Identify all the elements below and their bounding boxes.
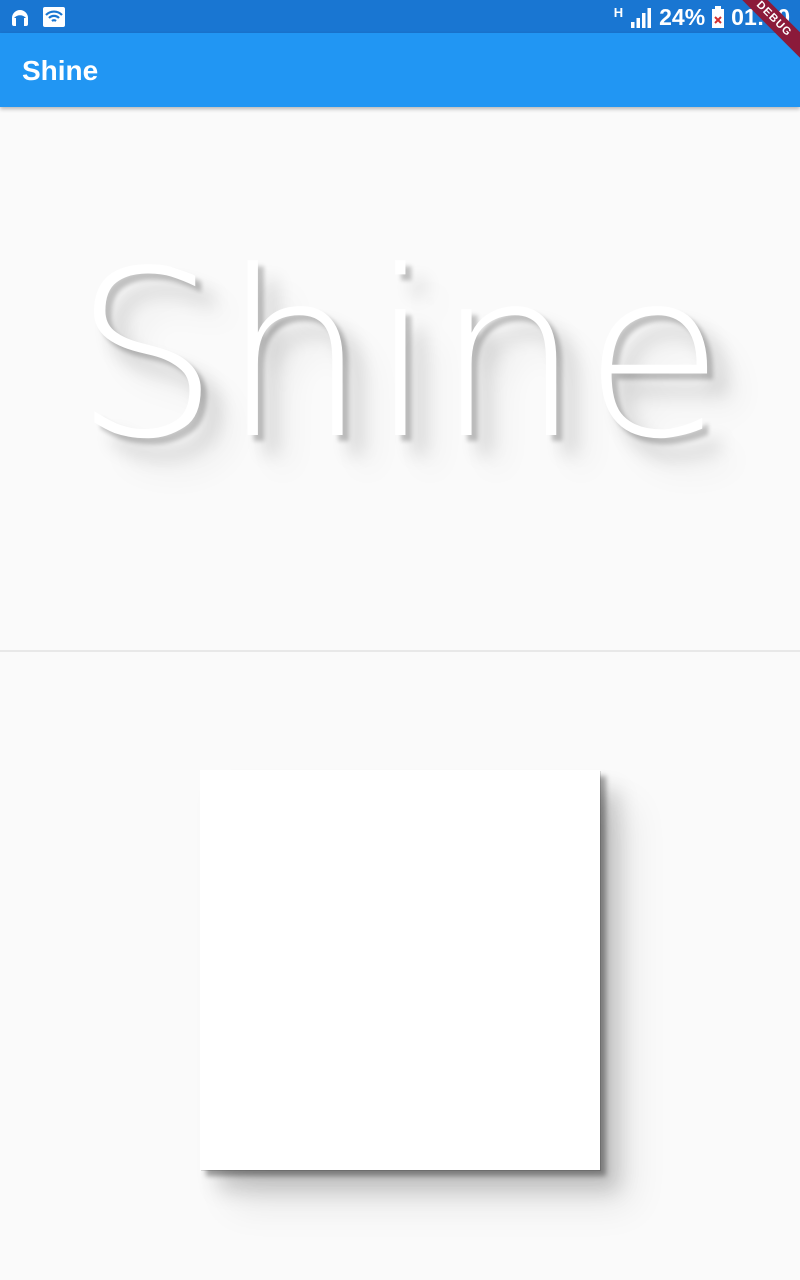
status-bar: H 24% 01:30 DEBUG xyxy=(0,0,800,68)
battery-percent: 24% xyxy=(659,4,706,30)
wifi-icon xyxy=(42,5,66,29)
shine-text: Shine xyxy=(73,223,727,490)
shine-box xyxy=(200,770,600,1170)
network-type-label: H xyxy=(613,5,624,20)
shine-box-section xyxy=(0,652,800,1280)
shine-text-section: Shine xyxy=(0,107,800,650)
status-bar-left xyxy=(8,5,66,29)
battery-icon xyxy=(711,6,725,28)
headphones-icon xyxy=(8,5,32,29)
signal-icon xyxy=(629,6,653,28)
app-bar: Shine xyxy=(0,33,800,107)
app-screen: H 24% 01:30 DEBUG Shine xyxy=(0,0,800,1280)
app-title: Shine xyxy=(22,55,99,86)
